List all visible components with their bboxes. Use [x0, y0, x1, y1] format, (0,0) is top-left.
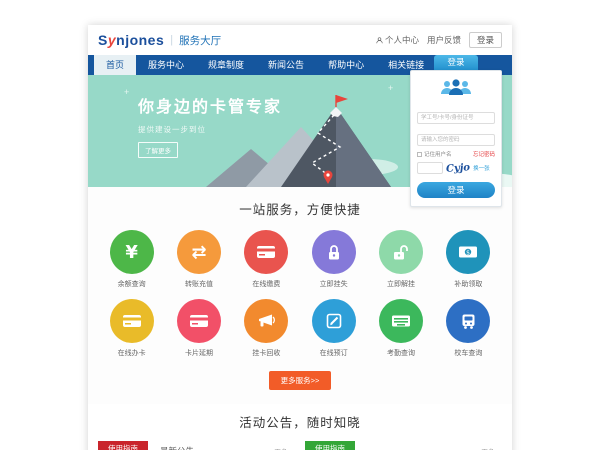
service-item-subsidy[interactable]: $ 补助领取 [435, 230, 502, 289]
logo-prefix: S [98, 32, 108, 48]
hero-subtitle: 提供建设一步到位 [138, 124, 282, 135]
service-label: 转账充值 [165, 279, 232, 289]
edit-icon[interactable] [312, 299, 356, 343]
users-icon [417, 78, 495, 101]
services-grid: ¥ 余额查询 ⇄ 转账充值 在线缴费 立即挂失 [98, 230, 502, 358]
logo-rest: njones [116, 32, 164, 48]
service-item-transfer[interactable]: ⇄ 转账充值 [165, 230, 232, 289]
forgot-password-link[interactable]: 忘记密码 [473, 150, 495, 158]
service-label: 在线缴费 [233, 279, 300, 289]
feedback-label: 用户反馈 [427, 34, 461, 46]
more-link[interactable]: 更多>> [481, 441, 502, 450]
site-name: 服务大厅 [179, 33, 221, 48]
nav-item-help[interactable]: 帮助中心 [316, 55, 376, 75]
nav-item-rules[interactable]: 规章制度 [196, 55, 256, 75]
service-item-unfreeze[interactable]: 立即解挂 [367, 230, 434, 289]
more-link[interactable]: 更多>> [274, 441, 295, 450]
svg-text:$: $ [466, 249, 470, 256]
personal-center-link[interactable]: 个人中心 [376, 34, 419, 46]
announcements-right-panel: 使用指南 更多>> [305, 441, 502, 450]
service-label: 挂卡回收 [233, 348, 300, 358]
service-item-card-extension[interactable]: 卡片延期 [165, 299, 232, 358]
service-item-online-booking[interactable]: 在线预订 [300, 299, 367, 358]
service-label: 在线办卡 [98, 348, 165, 358]
service-item-card-recycle[interactable]: 挂卡回收 [233, 299, 300, 358]
transfer-icon[interactable]: ⇄ [177, 230, 221, 274]
lock-icon[interactable] [312, 230, 356, 274]
user-icon [376, 37, 383, 44]
service-label: 立即挂失 [300, 279, 367, 289]
captcha-image: Cyjo [446, 162, 471, 175]
logo[interactable]: Synjones [98, 32, 164, 48]
logo-divider: | [170, 34, 173, 46]
announcements-left-panel: 使用指南 最新公告 更多>> [98, 441, 295, 450]
service-item-balance[interactable]: ¥ 余额查询 [98, 230, 165, 289]
nav-item-service-center[interactable]: 服务中心 [136, 55, 196, 75]
megaphone-icon[interactable] [244, 299, 288, 343]
more-services-button[interactable]: 更多服务>> [269, 371, 332, 390]
services-section: 一站服务，方便快捷 ¥ 余额查询 ⇄ 转账充值 在线缴费 立即挂失 [88, 187, 512, 404]
nav-item-news[interactable]: 新闻公告 [256, 55, 316, 75]
captcha-refresh-link[interactable]: 换一张 [473, 164, 490, 172]
banknote-icon[interactable]: $ [446, 230, 490, 274]
service-item-attendance[interactable]: 考勤查询 [367, 299, 434, 358]
announcements-section: 活动公告，随时知晓 使用指南 最新公告 更多>> 使用指南 更多>> [88, 404, 512, 450]
latest-news-tab[interactable]: 最新公告 [148, 441, 206, 450]
service-label: 立即解挂 [367, 279, 434, 289]
service-item-apply-card[interactable]: 在线办卡 [98, 299, 165, 358]
login-tab[interactable]: 登录 [434, 55, 478, 70]
card-icon[interactable] [110, 299, 154, 343]
password-input[interactable] [417, 134, 495, 146]
service-label: 补助领取 [435, 279, 502, 289]
captcha-input[interactable] [417, 162, 443, 174]
card-icon[interactable] [244, 230, 288, 274]
account-input[interactable] [417, 112, 495, 124]
service-label: 校车查询 [435, 348, 502, 358]
logo-accent: y [108, 32, 116, 48]
attendance-icon[interactable] [379, 299, 423, 343]
feedback-link[interactable]: 用户反馈 [427, 34, 461, 46]
guide-ribbon-tab[interactable]: 使用指南 [98, 441, 148, 450]
service-label: 考勤查询 [367, 348, 434, 358]
header-login-button[interactable]: 登录 [469, 32, 502, 48]
personal-center-label: 个人中心 [385, 34, 419, 46]
service-label: 卡片延期 [165, 348, 232, 358]
nav-item-home[interactable]: 首页 [94, 55, 136, 75]
card-icon[interactable] [177, 299, 221, 343]
login-panel: 登录 记住用户名 忘记密码 Cyj [410, 55, 502, 207]
plus-decoration: + [124, 87, 129, 97]
service-item-pay[interactable]: 在线缴费 [233, 230, 300, 289]
announcements-title: 活动公告，随时知晓 [98, 412, 502, 431]
service-label: 余额查询 [98, 279, 165, 289]
yuan-icon[interactable]: ¥ [110, 230, 154, 274]
site-page: Synjones | 服务大厅 个人中心 用户反馈 登录 首页 服务中心 规章制… [88, 25, 512, 450]
login-submit-button[interactable]: 登录 [417, 182, 495, 198]
service-label: 在线预订 [300, 348, 367, 358]
unlock-icon[interactable] [379, 230, 423, 274]
guide-ribbon-tab[interactable]: 使用指南 [305, 441, 355, 450]
remember-label: 记住用户名 [424, 150, 452, 158]
service-item-school-bus[interactable]: 校车查询 [435, 299, 502, 358]
hero-cta-button[interactable]: 了解更多 [138, 142, 178, 158]
remember-checkbox[interactable] [417, 152, 422, 157]
service-item-report-loss[interactable]: 立即挂失 [300, 230, 367, 289]
top-header: Synjones | 服务大厅 个人中心 用户反馈 登录 [88, 25, 512, 55]
bus-icon[interactable] [446, 299, 490, 343]
hero-title: 你身边的卡管专家 [138, 93, 282, 117]
